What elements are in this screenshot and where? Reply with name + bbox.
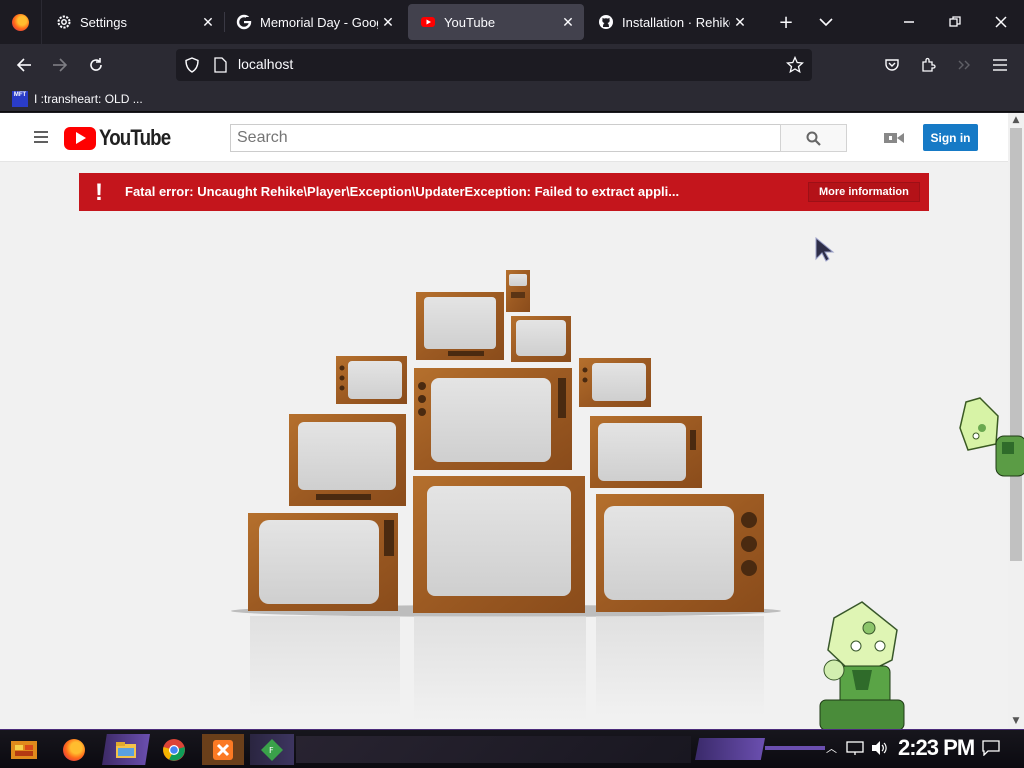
pocket-button[interactable] bbox=[877, 50, 907, 80]
url-text[interactable]: localhost bbox=[238, 56, 293, 72]
bookmark-star-icon[interactable] bbox=[785, 55, 805, 78]
close-window-button[interactable] bbox=[978, 0, 1024, 44]
restore-icon bbox=[949, 16, 961, 27]
taskbar-wallpaper-strip bbox=[296, 736, 691, 763]
taskbar-decoration bbox=[695, 738, 765, 760]
taskbar-clock[interactable]: 2:23 PM bbox=[898, 735, 975, 761]
scroll-down-arrow-icon[interactable]: ▼ bbox=[1008, 714, 1024, 728]
chrome-icon bbox=[163, 738, 185, 761]
restore-button[interactable] bbox=[932, 0, 978, 44]
minimize-icon bbox=[904, 21, 914, 23]
close-tab-icon[interactable]: ✕ bbox=[198, 12, 218, 32]
github-icon bbox=[598, 14, 614, 30]
tab-label: Memorial Day - Google bbox=[260, 14, 378, 30]
volume-icon[interactable] bbox=[870, 740, 888, 760]
taskbar-decoration-line bbox=[765, 746, 825, 750]
youtube-wordmark: YouTube bbox=[99, 125, 171, 150]
error-message: Fatal error: Uncaught Rehike\Player\Exce… bbox=[125, 184, 680, 199]
file-explorer-icon bbox=[116, 741, 136, 758]
bookmarks-toolbar: MFT I :transheart: OLD ... bbox=[0, 86, 1024, 112]
desktop-mascot-character[interactable] bbox=[958, 396, 1024, 486]
taskbar-firefox[interactable] bbox=[54, 734, 94, 765]
mouse-cursor-icon bbox=[815, 237, 835, 262]
tab-settings[interactable]: Settings ✕ bbox=[44, 4, 224, 40]
url-bar[interactable]: localhost bbox=[176, 49, 812, 81]
windows-taskbar: F ︿ 2:23 PM bbox=[0, 729, 1024, 768]
app-menu-button[interactable] bbox=[985, 50, 1015, 80]
search-button[interactable] bbox=[780, 124, 847, 152]
forward-arrow-icon bbox=[53, 58, 68, 72]
firefox-icon bbox=[63, 738, 85, 761]
tab-installation[interactable]: Installation · Rehike/R ✕ bbox=[586, 4, 764, 40]
shield-icon[interactable] bbox=[184, 57, 200, 77]
more-tools-button[interactable] bbox=[949, 50, 979, 80]
close-tab-icon[interactable]: ✕ bbox=[558, 12, 578, 32]
app-icon: F bbox=[261, 738, 283, 761]
extensions-button[interactable] bbox=[913, 50, 943, 80]
taskbar-chrome[interactable] bbox=[154, 734, 194, 765]
search-input[interactable] bbox=[230, 124, 781, 152]
bookmark-item[interactable]: MFT I :transheart: OLD ... bbox=[12, 90, 143, 108]
puzzle-icon bbox=[922, 57, 936, 72]
tab-label: Installation · Rehike/R bbox=[622, 14, 730, 30]
youtube-header: YouTube Sign in bbox=[0, 113, 1008, 162]
youtube-icon bbox=[420, 14, 436, 30]
scroll-up-arrow-icon[interactable]: ▲ bbox=[1008, 113, 1024, 127]
start-button[interactable] bbox=[4, 734, 44, 765]
new-tab-button[interactable]: + bbox=[772, 8, 800, 36]
forward-button[interactable] bbox=[45, 50, 75, 80]
chevron-down-icon bbox=[819, 18, 833, 27]
youtube-play-icon bbox=[64, 126, 96, 150]
network-icon[interactable] bbox=[846, 740, 864, 760]
error-banner: ! Fatal error: Uncaught Rehike\Player\Ex… bbox=[79, 173, 929, 211]
back-button[interactable] bbox=[9, 50, 39, 80]
show-hidden-icons-chevron-icon[interactable]: ︿ bbox=[826, 740, 837, 756]
chevron-double-right-icon bbox=[958, 60, 970, 70]
taskbar-file-explorer[interactable] bbox=[102, 734, 150, 765]
tab-memorial-day[interactable]: Memorial Day - Google ✕ bbox=[224, 4, 404, 40]
google-icon bbox=[236, 14, 252, 30]
pocket-icon bbox=[885, 59, 899, 71]
tab-strip: Settings ✕ Memorial Day - Google ✕ YouTu… bbox=[0, 0, 1024, 44]
scrollbar-thumb[interactable] bbox=[1010, 128, 1022, 561]
sign-in-button[interactable]: Sign in bbox=[923, 124, 978, 151]
upload-button[interactable] bbox=[884, 130, 904, 149]
reload-icon bbox=[90, 58, 102, 71]
firefox-menu-icon[interactable] bbox=[0, 0, 42, 44]
error-icon: ! bbox=[95, 179, 103, 206]
taskbar-app[interactable]: F bbox=[250, 734, 294, 765]
desktop-mascot-character[interactable] bbox=[812, 600, 912, 730]
start-icon bbox=[11, 740, 37, 759]
list-all-tabs-button[interactable] bbox=[812, 8, 840, 36]
guide-menu-icon[interactable] bbox=[34, 131, 48, 143]
tab-youtube[interactable]: YouTube ✕ bbox=[408, 4, 584, 40]
bookmark-label: I :transheart: OLD ... bbox=[34, 92, 143, 106]
xampp-icon bbox=[213, 739, 233, 760]
page-icon[interactable] bbox=[213, 57, 227, 77]
bookmark-favicon: MFT bbox=[12, 91, 28, 107]
close-tab-icon[interactable]: ✕ bbox=[730, 12, 750, 32]
tv-stack-illustration bbox=[231, 270, 781, 721]
hamburger-menu-icon bbox=[993, 59, 1007, 71]
tab-label: YouTube bbox=[444, 14, 496, 30]
notification-center-icon[interactable] bbox=[982, 740, 1000, 760]
back-arrow-icon bbox=[16, 58, 31, 72]
reload-button[interactable] bbox=[81, 50, 111, 80]
minimize-button[interactable] bbox=[886, 0, 932, 44]
taskbar-xampp[interactable] bbox=[202, 734, 244, 765]
navigation-toolbar: localhost bbox=[0, 44, 1024, 86]
tab-label: Settings bbox=[80, 14, 127, 30]
youtube-logo[interactable]: YouTube bbox=[64, 125, 183, 151]
close-icon bbox=[995, 16, 1007, 28]
video-camera-icon bbox=[884, 133, 904, 143]
gear-icon bbox=[56, 14, 72, 30]
close-tab-icon[interactable]: ✕ bbox=[378, 12, 398, 32]
more-information-button[interactable]: More information bbox=[808, 182, 920, 202]
search-icon bbox=[806, 131, 821, 146]
svg-text:F: F bbox=[269, 746, 274, 755]
